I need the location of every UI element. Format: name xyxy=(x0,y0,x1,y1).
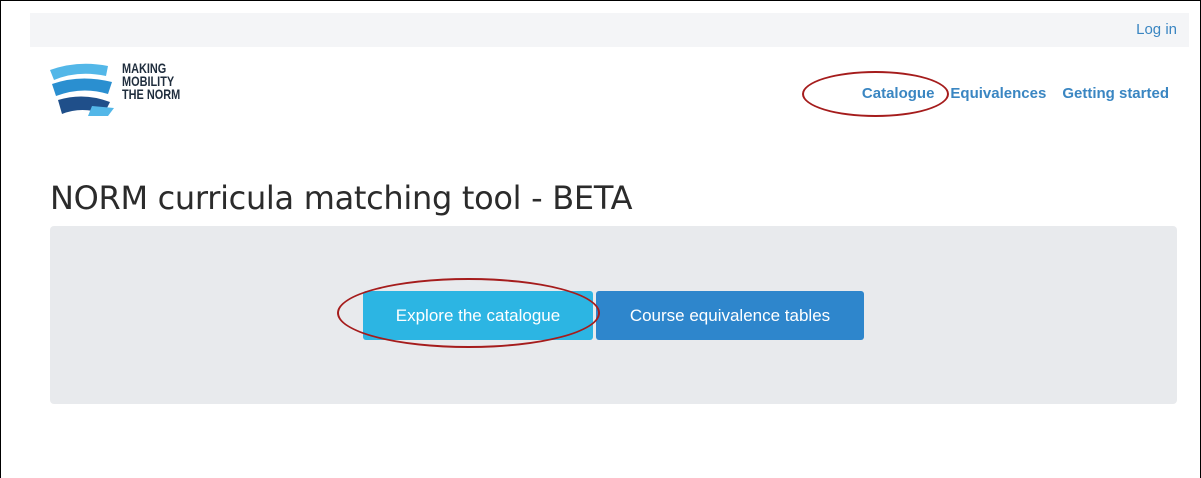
browser-frame: Log in MAKING MOBILITY THE NORM Catalogu… xyxy=(0,0,1201,478)
nav-item-getting-started[interactable]: Getting started xyxy=(1062,85,1169,102)
page-title: NORM curricula matching tool - BETA xyxy=(50,179,633,217)
hero-panel: Explore the catalogue Course equivalence… xyxy=(50,226,1177,404)
course-equivalence-tables-button[interactable]: Course equivalence tables xyxy=(596,291,864,340)
top-bar: Log in xyxy=(30,13,1189,47)
explore-catalogue-button[interactable]: Explore the catalogue xyxy=(363,291,593,340)
logo-swoosh-icon xyxy=(50,63,114,116)
nav-item-catalogue[interactable]: Catalogue xyxy=(862,85,935,102)
logo-text: MAKING MOBILITY THE NORM xyxy=(122,61,181,102)
nav-item-equivalences[interactable]: Equivalences xyxy=(950,85,1046,102)
logo-line-3: THE NORM xyxy=(122,86,181,102)
main-nav: Catalogue Equivalences Getting started xyxy=(862,85,1169,102)
login-link[interactable]: Log in xyxy=(1136,21,1177,38)
logo[interactable]: MAKING MOBILITY THE NORM xyxy=(48,58,208,120)
